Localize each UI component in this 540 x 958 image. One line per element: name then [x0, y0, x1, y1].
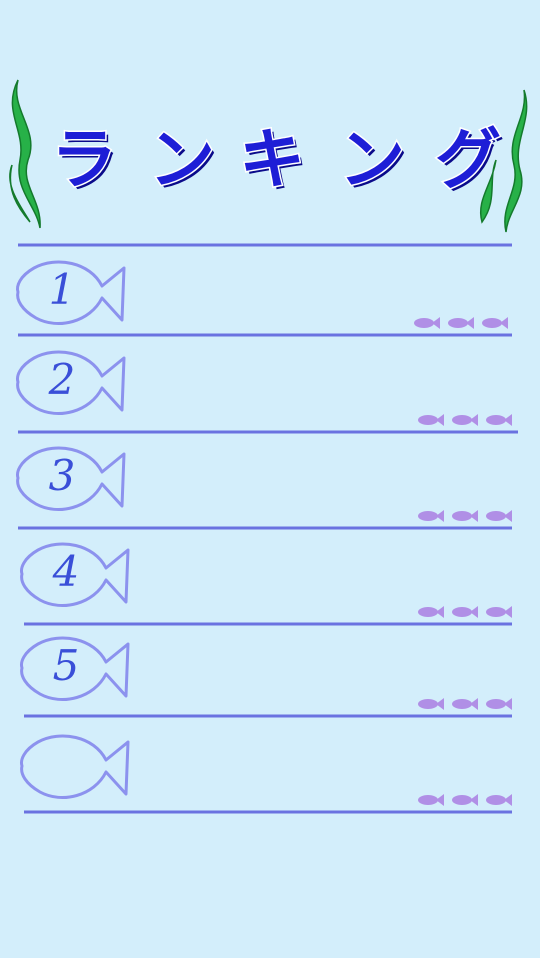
rank-number: 4 — [52, 547, 80, 596]
ranking-screen: ララ ンン キキ ンン ググ 12345 — [0, 0, 540, 958]
title-char: ン — [149, 121, 215, 198]
page-title: ララ ンン キキ ンン ググ — [50, 120, 505, 202]
title-char: ン — [339, 121, 405, 198]
rank-number: 5 — [53, 641, 80, 690]
title-char: キ — [239, 121, 305, 198]
rank-number: 1 — [49, 265, 76, 314]
title-char: ラ — [51, 121, 117, 198]
title-char: グ — [435, 121, 501, 198]
rank-number: 3 — [49, 451, 76, 500]
rank-number: 2 — [48, 355, 76, 404]
